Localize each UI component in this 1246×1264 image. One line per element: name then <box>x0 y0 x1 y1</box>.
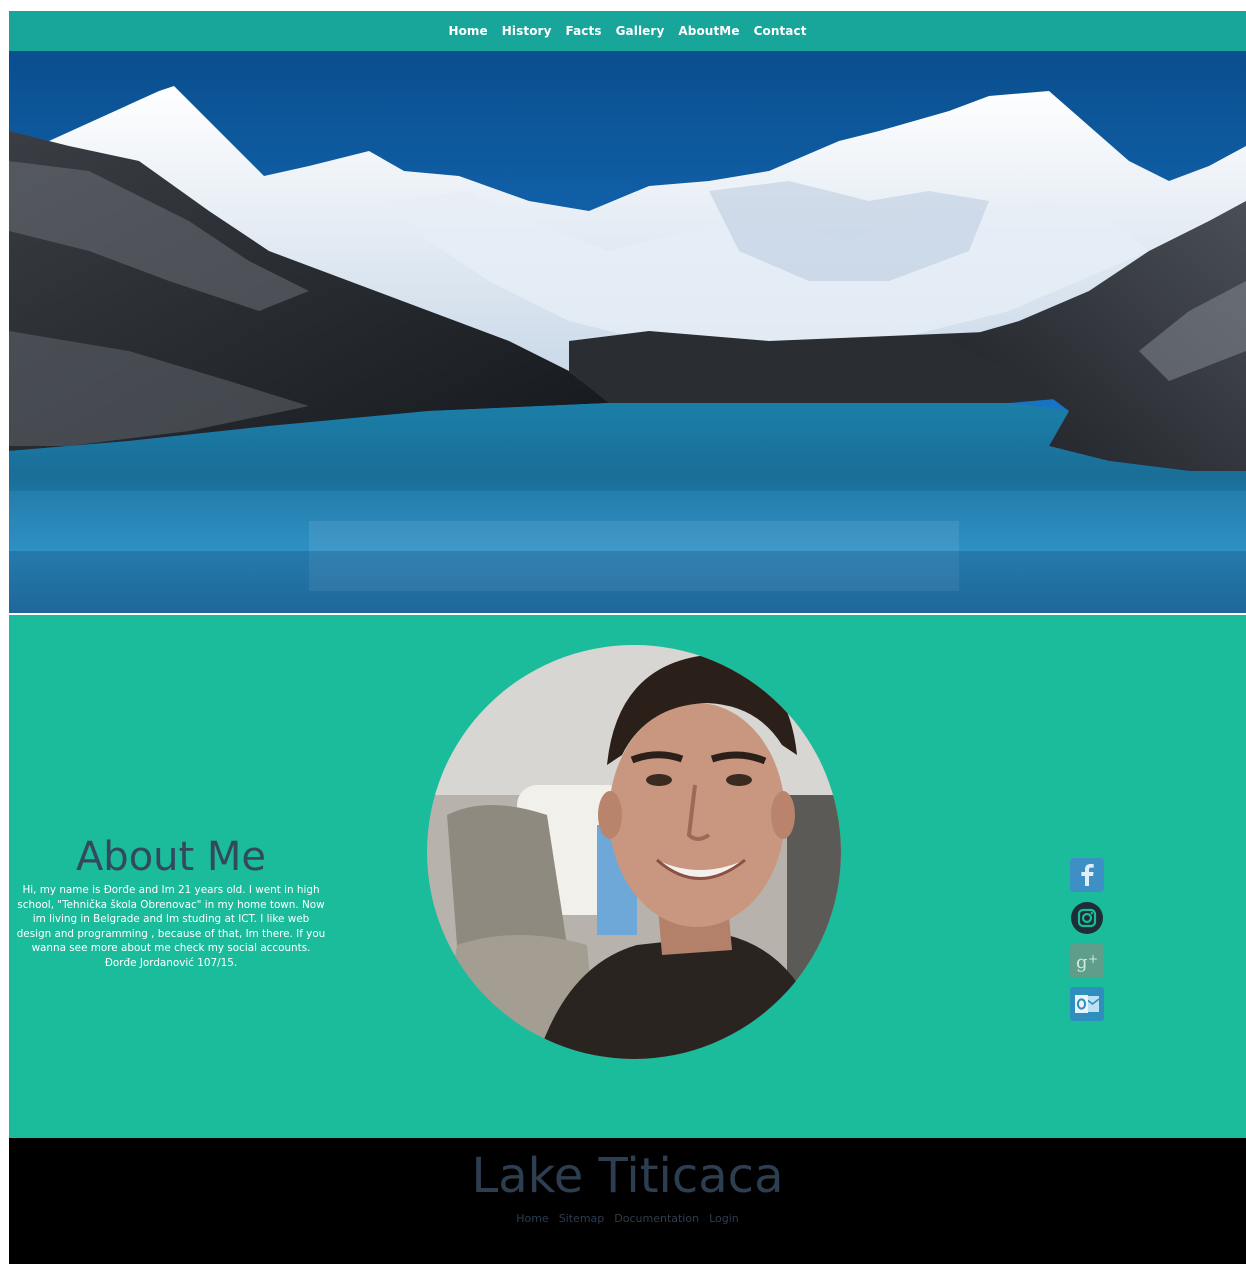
nav-gallery[interactable]: Gallery <box>616 24 665 38</box>
portrait-illustration <box>427 645 841 1059</box>
hero-image <box>9 51 1246 613</box>
about-body: Hi, my name is Đorđe and Im 21 years old… <box>16 884 326 969</box>
nav-facts[interactable]: Facts <box>566 24 602 38</box>
mountain-lake-illustration <box>9 51 1246 613</box>
footer-link-documentation[interactable]: Documentation <box>614 1212 699 1225</box>
about-section: About Me Hi, my name is Đorđe and Im 21 … <box>9 615 1246 1138</box>
nav-aboutme[interactable]: AboutMe <box>678 24 739 38</box>
outlook-icon <box>1070 987 1104 1021</box>
google-plus-icon: g + <box>1070 944 1104 978</box>
profile-photo <box>427 645 841 1059</box>
facebook-icon <box>1070 858 1104 892</box>
facebook-link[interactable] <box>1070 858 1104 892</box>
nav-history[interactable]: History <box>502 24 552 38</box>
instagram-link[interactable] <box>1070 901 1104 935</box>
footer-link-sitemap[interactable]: Sitemap <box>559 1212 605 1225</box>
nav-contact[interactable]: Contact <box>754 24 807 38</box>
footer: Lake Titicaca Home Sitemap Documentation… <box>9 1138 1246 1264</box>
about-title: About Me <box>75 834 267 880</box>
footer-links: Home Sitemap Documentation Login <box>9 1212 1246 1225</box>
about-text-block: About Me Hi, my name is Đorđe and Im 21 … <box>15 833 327 971</box>
footer-link-login[interactable]: Login <box>709 1212 739 1225</box>
footer-link-home[interactable]: Home <box>516 1212 548 1225</box>
svg-text:+: + <box>1088 952 1098 966</box>
main-nav: Home History Facts Gallery AboutMe Conta… <box>9 11 1246 51</box>
svg-text:g: g <box>1076 952 1088 973</box>
instagram-icon <box>1070 901 1104 935</box>
nav-home[interactable]: Home <box>448 24 487 38</box>
outlook-link[interactable] <box>1070 987 1104 1021</box>
google-plus-link[interactable]: g + <box>1070 944 1104 978</box>
social-links: g + <box>1070 858 1106 1030</box>
footer-title: Lake Titicaca <box>471 1148 784 1204</box>
